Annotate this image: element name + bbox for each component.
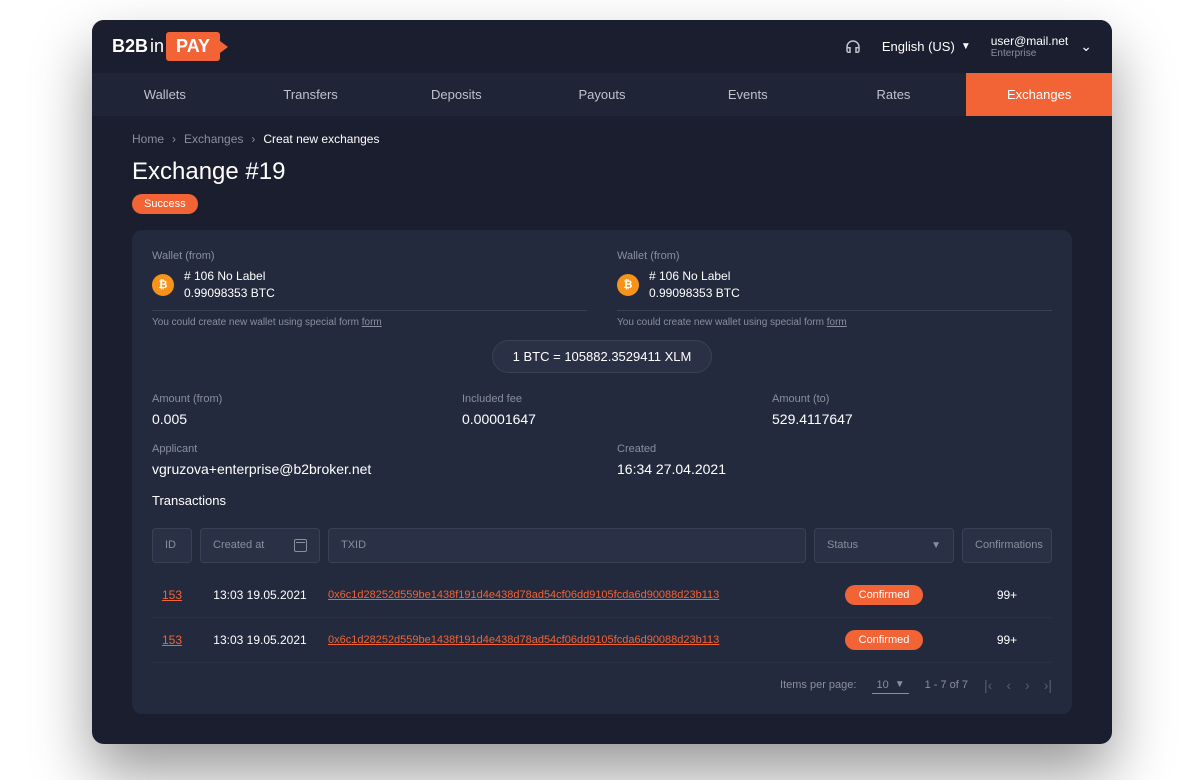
table-filters: ID Created at TXID Status ▼ Confirmation…: [152, 518, 1052, 573]
tx-created: 13:03 19.05.2021: [200, 633, 320, 647]
pagination-range: 1 - 7 of 7: [925, 679, 968, 691]
created-label: Created: [617, 443, 1052, 455]
filter-id[interactable]: ID: [152, 528, 192, 563]
filter-status[interactable]: Status ▼: [814, 528, 954, 563]
breadcrumb-exchanges[interactable]: Exchanges: [184, 132, 243, 146]
tx-confirmations: 99+: [962, 588, 1052, 602]
filter-created-at[interactable]: Created at: [200, 528, 320, 563]
chevron-down-icon: ▼: [895, 679, 905, 690]
create-wallet-link[interactable]: form: [362, 317, 382, 328]
tx-status: Confirmed: [814, 585, 954, 605]
status-badge: Success: [132, 194, 198, 214]
transactions-table: ID Created at TXID Status ▼ Confirmation…: [152, 518, 1052, 663]
nav-item-exchanges[interactable]: Exchanges: [966, 73, 1112, 116]
headset-icon[interactable]: [844, 38, 862, 56]
language-selector[interactable]: English (US) ▼: [882, 39, 971, 54]
nav-item-wallets[interactable]: Wallets: [92, 73, 238, 116]
next-page-button[interactable]: ›: [1025, 677, 1030, 693]
wallet-to-label: Wallet (from): [617, 250, 1052, 262]
wallet-to-hint: You could create new wallet using specia…: [617, 317, 1052, 328]
wallet-to: Wallet (from) ₿ # 106 No Label 0.9909835…: [617, 250, 1052, 328]
wallet-from-box[interactable]: ₿ # 106 No Label 0.99098353 BTC: [152, 268, 587, 311]
tx-created: 13:03 19.05.2021: [200, 588, 320, 602]
logo-pay: PAY: [166, 32, 220, 61]
wallet-from-label: Wallet (from): [152, 250, 587, 262]
created-value: 16:34 27.04.2021: [617, 461, 1052, 477]
chevron-right-icon: ›: [172, 132, 176, 146]
breadcrumb-current: Creat new exchanges: [263, 132, 379, 146]
tx-id-link[interactable]: 153: [152, 633, 192, 647]
exchange-rate: 1 BTC = 105882.3529411 XLM: [492, 340, 713, 373]
nav-item-rates[interactable]: Rates: [821, 73, 967, 116]
wallet-to-box[interactable]: ₿ # 106 No Label 0.99098353 BTC: [617, 268, 1052, 311]
amount-to-label: Amount (to): [772, 393, 1052, 405]
language-label: English (US): [882, 39, 955, 54]
pagination: Items per page: 10 ▼ 1 - 7 of 7 |‹ ‹ › ›…: [152, 663, 1052, 694]
page-title: Exchange #19: [132, 158, 1072, 186]
logo-in: in: [150, 36, 164, 57]
wallet-from-balance: 0.99098353 BTC: [184, 285, 275, 302]
transactions-title: Transactions: [152, 493, 1052, 508]
user-email: user@mail.net: [991, 34, 1069, 48]
nav-item-transfers[interactable]: Transfers: [238, 73, 384, 116]
create-wallet-link[interactable]: form: [827, 317, 847, 328]
tx-status: Confirmed: [814, 630, 954, 650]
logo-b2b: B2B: [112, 36, 148, 57]
user-info: user@mail.net Enterprise: [991, 34, 1069, 59]
transactions-table-wrap[interactable]: ID Created at TXID Status ▼ Confirmation…: [152, 518, 1052, 663]
filter-confirmations[interactable]: Confirmations: [962, 528, 1052, 563]
topbar-right: English (US) ▼ user@mail.net Enterprise …: [844, 34, 1092, 59]
breadcrumb-home[interactable]: Home: [132, 132, 164, 146]
tx-txid-link[interactable]: 0x6c1d28252d559be1438f191d4e438d78ad54cf…: [328, 634, 806, 646]
applicant-label: Applicant: [152, 443, 587, 455]
chevron-down-icon: ▼: [961, 41, 971, 52]
nav-item-payouts[interactable]: Payouts: [529, 73, 675, 116]
table-row: 153 13:03 19.05.2021 0x6c1d28252d559be1438…: [152, 573, 1052, 618]
tx-confirmations: 99+: [962, 633, 1052, 647]
breadcrumb: Home › Exchanges › Creat new exchanges: [132, 132, 1072, 146]
table-row: 153 13:03 19.05.2021 0x6c1d28252d559be1438…: [152, 618, 1052, 663]
wallet-to-name: # 106 No Label: [649, 268, 740, 285]
chevron-down-icon: ▼: [931, 540, 941, 551]
fee-value: 0.00001647: [462, 411, 742, 427]
calendar-icon: [294, 539, 307, 552]
navbar: WalletsTransfersDepositsPayoutsEventsRat…: [92, 73, 1112, 116]
tx-txid-link[interactable]: 0x6c1d28252d559be1438f191d4e438d78ad54cf…: [328, 589, 806, 601]
wallet-from: Wallet (from) ₿ # 106 No Label 0.9909835…: [152, 250, 587, 328]
prev-page-button[interactable]: ‹: [1006, 677, 1011, 693]
wallet-to-balance: 0.99098353 BTC: [649, 285, 740, 302]
amount-to-value: 529.4117647: [772, 411, 1052, 427]
user-type: Enterprise: [991, 48, 1069, 59]
topbar: B2BinPAY English (US) ▼ user@mail.net En…: [92, 20, 1112, 73]
fee-label: Included fee: [462, 393, 742, 405]
items-per-page-select[interactable]: 10 ▼: [872, 677, 908, 694]
chevron-down-icon: ⌄: [1080, 38, 1092, 55]
nav-item-events[interactable]: Events: [675, 73, 821, 116]
content: Home › Exchanges › Creat new exchanges E…: [92, 116, 1112, 744]
last-page-button[interactable]: ›|: [1044, 677, 1052, 693]
user-menu[interactable]: user@mail.net Enterprise ⌄: [991, 34, 1092, 59]
first-page-button[interactable]: |‹: [984, 677, 992, 693]
bitcoin-icon: ₿: [152, 274, 174, 296]
tx-id-link[interactable]: 153: [152, 588, 192, 602]
wallet-from-name: # 106 No Label: [184, 268, 275, 285]
wallets-row: Wallet (from) ₿ # 106 No Label 0.9909835…: [152, 250, 1052, 328]
amounts-row: Amount (from) 0.005 Included fee 0.00001…: [152, 393, 1052, 427]
applicant-value: vgruzova+enterprise@b2broker.net: [152, 461, 587, 477]
page-nav: |‹ ‹ › ›|: [984, 677, 1052, 693]
amount-from-value: 0.005: [152, 411, 432, 427]
chevron-right-icon: ›: [251, 132, 255, 146]
filter-txid[interactable]: TXID: [328, 528, 806, 563]
amount-from-label: Amount (from): [152, 393, 432, 405]
nav-item-deposits[interactable]: Deposits: [383, 73, 529, 116]
app-window: B2BinPAY English (US) ▼ user@mail.net En…: [92, 20, 1112, 744]
logo[interactable]: B2BinPAY: [112, 32, 220, 61]
exchange-card: Wallet (from) ₿ # 106 No Label 0.9909835…: [132, 230, 1072, 714]
items-per-page-label: Items per page:: [780, 679, 856, 691]
wallet-from-hint: You could create new wallet using specia…: [152, 317, 587, 328]
bitcoin-icon: ₿: [617, 274, 639, 296]
meta-row: Applicant vgruzova+enterprise@b2broker.n…: [152, 443, 1052, 477]
